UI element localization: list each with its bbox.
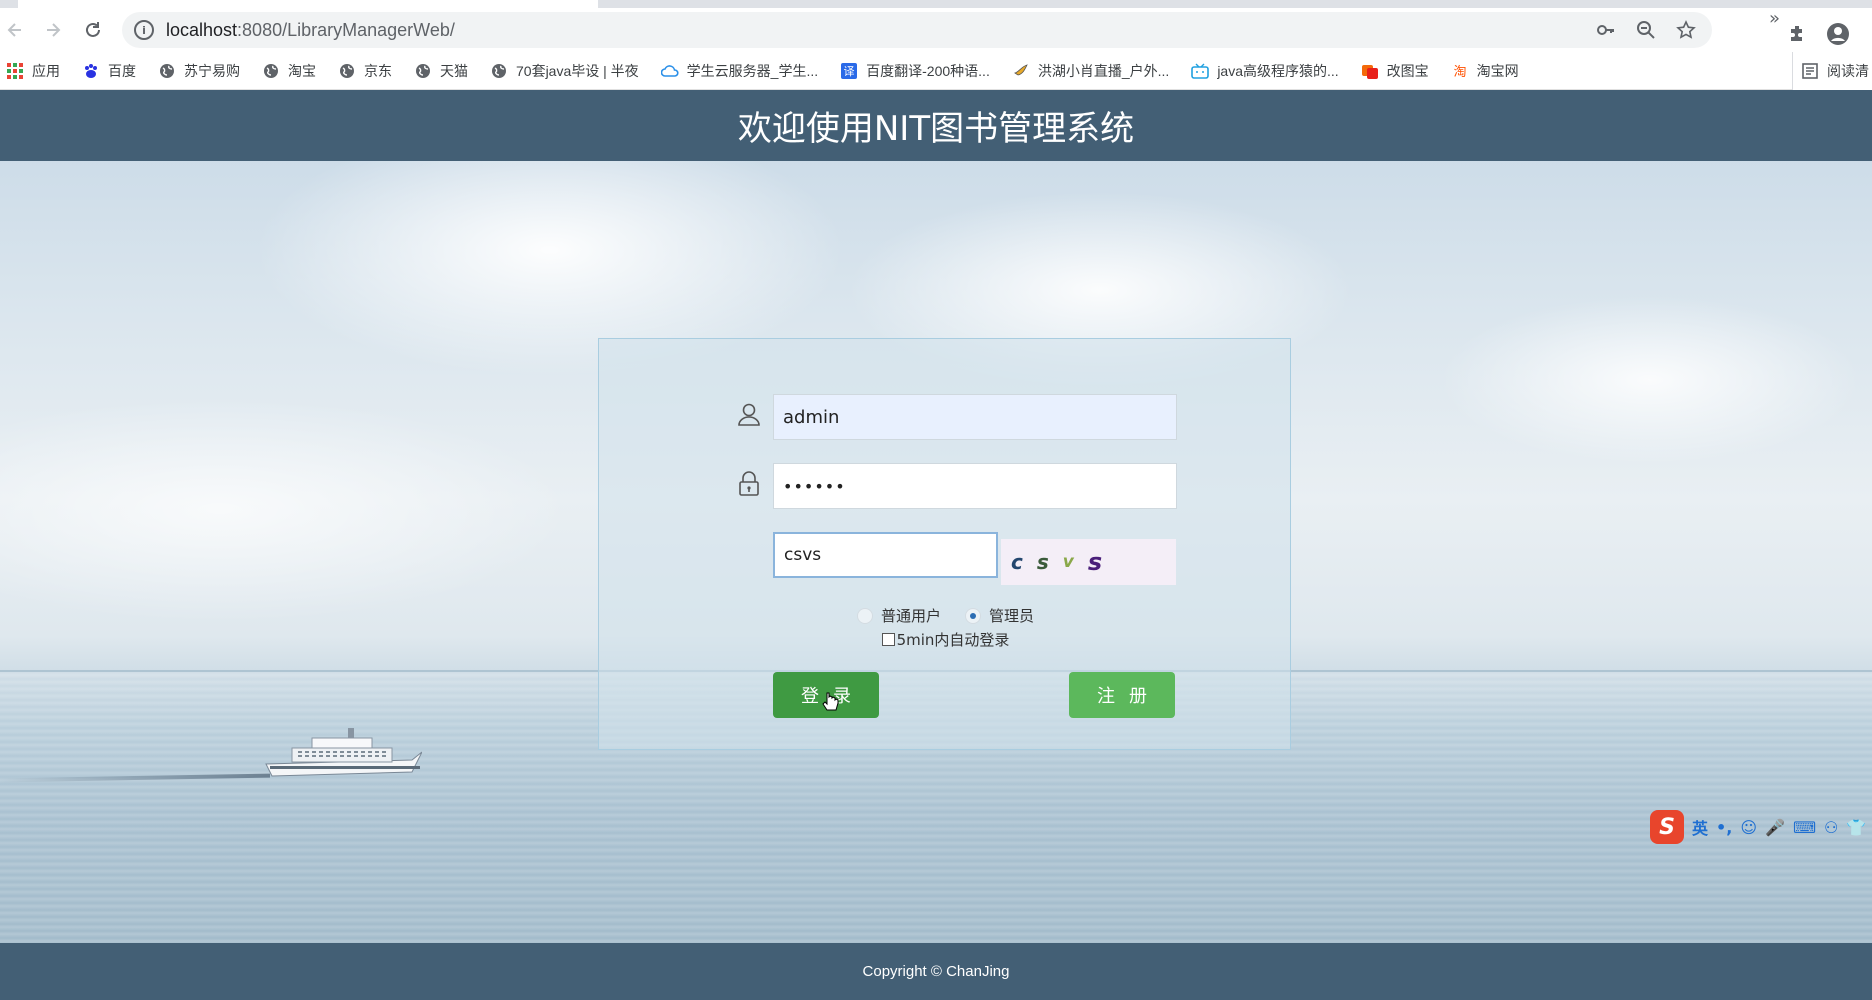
bookmark-label: java高级程序猿的... [1217, 62, 1339, 79]
user-icon [735, 400, 763, 428]
captcha-char: v [1062, 552, 1074, 572]
bookmark-label: 洪湖小肖直播_户外... [1037, 62, 1170, 79]
reading-list-icon [1802, 63, 1818, 79]
bookmark-item[interactable]: 洪湖小肖直播_户外... [1012, 61, 1169, 81]
mouse-cursor-icon [822, 692, 839, 711]
copyright-text: Copyright © ChanJing [862, 963, 1010, 980]
bookmark-item[interactable]: 天猫 [414, 61, 468, 81]
sogou-ime-logo-icon: S [1650, 810, 1684, 844]
bookmark-label: 淘宝网 [1476, 62, 1519, 79]
password-input[interactable]: •••••• [773, 463, 1177, 509]
globe-icon [490, 62, 508, 80]
ferry-boat-image [265, 728, 422, 777]
zoom-icon[interactable] [1634, 18, 1658, 42]
svg-text:译: 译 [844, 65, 855, 78]
radio-normal-user[interactable]: 普通用户 [856, 605, 941, 626]
auto-login-label: 5min内自动登录 [896, 631, 1010, 649]
bookmark-item[interactable]: 应用 [6, 61, 60, 81]
image-edit-icon [1361, 62, 1379, 80]
bookmark-label: 苏宁易购 [184, 62, 240, 79]
arrow-right-icon [47, 23, 61, 37]
emoji-icon[interactable]: ☺ [1740, 818, 1757, 837]
star-icon[interactable] [1674, 18, 1698, 42]
page-title: 欢迎使用NIT图书管理系统 [737, 109, 1135, 149]
baidu-paw-icon [82, 62, 100, 80]
bookmark-item[interactable]: 70套java毕设 | 半夜 [490, 61, 639, 81]
apps-grid-icon [6, 62, 24, 80]
bookmark-label: 淘宝 [288, 62, 316, 79]
bookmark-item[interactable]: java高级程序猿的... [1191, 61, 1339, 81]
bookmark-item[interactable]: 改图宝 [1361, 61, 1429, 81]
username-input[interactable]: admin [773, 394, 1177, 440]
bookmark-item[interactable]: 苏宁易购 [158, 61, 240, 81]
bookmark-label: 学生云服务器_学生... [686, 62, 819, 79]
skin-shirt-icon[interactable]: 👕 [1846, 818, 1866, 837]
auto-login-row: 5min内自动登录 [599, 629, 1292, 650]
keyboard-icon[interactable]: ⌨ [1793, 818, 1816, 837]
arrow-left-icon [7, 23, 21, 37]
svg-text:淘: 淘 [1453, 65, 1466, 79]
globe-icon [338, 62, 356, 80]
profile-avatar-icon[interactable] [1824, 20, 1852, 48]
bookmarks-more-button[interactable]: » [1769, 8, 1780, 29]
reload-button[interactable] [78, 16, 108, 44]
lock-icon [735, 470, 763, 498]
cloud-icon [660, 62, 679, 80]
browser-toolbar: i localhost:8080/LibraryManagerWeb/ [0, 8, 1872, 52]
web-page: 欢迎使用NIT图书管理系统 admin •••••• csvs c s v s … [0, 90, 1872, 1000]
login-panel: admin •••••• csvs c s v s 普通用户 管理员 5min内… [598, 338, 1291, 750]
captcha-char: c [1011, 550, 1023, 574]
bookmarks-bar: 应用 百度 苏宁易购 淘宝 京东 天猫 70套java毕设 | 半夜 学生云服务器_学生...… [0, 52, 1872, 90]
user-settings-icon[interactable]: ⚇ [1824, 818, 1838, 837]
bookmark-label: 京东 [364, 62, 392, 79]
role-radio-group: 普通用户 管理员 [599, 605, 1292, 626]
radio-admin[interactable]: 管理员 [965, 605, 1034, 626]
bookmark-item[interactable]: 京东 [338, 61, 392, 81]
bookmark-label: 天猫 [440, 62, 468, 79]
bookmark-item[interactable]: 淘宝 [262, 61, 316, 81]
page-header: 欢迎使用NIT图书管理系统 [0, 90, 1872, 161]
register-button[interactable]: 注册 [1069, 672, 1175, 718]
captcha-input[interactable]: csvs [773, 532, 998, 578]
reading-list-button[interactable]: 阅读清 [1792, 52, 1872, 90]
bookmark-label: 百度 [108, 62, 136, 79]
globe-icon [158, 62, 176, 80]
bookmark-label: 应用 [32, 62, 60, 79]
radio-button[interactable] [965, 607, 981, 624]
bilibili-tv-icon [1191, 62, 1210, 80]
captcha-image[interactable]: c s v s [1001, 539, 1176, 585]
translate-icon: 译 [840, 62, 858, 80]
bookmark-item[interactable]: 学生云服务器_学生... [660, 61, 819, 81]
extensions-icon[interactable] [1784, 20, 1812, 48]
page-footer: Copyright © ChanJing [0, 943, 1872, 1000]
back-button[interactable] [0, 16, 30, 44]
ime-mode-toggle[interactable]: 英 [1692, 815, 1708, 839]
ime-punct-toggle[interactable]: •, [1716, 818, 1732, 837]
key-icon[interactable] [1594, 18, 1618, 42]
captcha-char: s [1036, 550, 1049, 574]
auto-login-checkbox[interactable] [881, 633, 895, 646]
bookmark-item[interactable]: 译百度翻译-200种语... [840, 61, 990, 81]
radio-button[interactable] [856, 607, 873, 624]
reload-icon [86, 22, 100, 37]
info-icon[interactable]: i [134, 20, 154, 40]
taobao-icon: 淘 [1451, 62, 1469, 80]
bookmark-item[interactable]: 百度 [82, 61, 136, 81]
ime-toolbar[interactable]: S 英 •, ☺ 🎤 ⌨ ⚇ 👕 [1650, 810, 1866, 844]
microphone-icon[interactable]: 🎤 [1765, 818, 1785, 837]
bookmark-item[interactable]: 淘淘宝网 [1451, 61, 1519, 81]
address-bar[interactable]: i localhost:8080/LibraryManagerWeb/ [122, 12, 1712, 48]
bookmark-label: 百度翻译-200种语... [866, 62, 990, 79]
bird-icon [1012, 62, 1030, 80]
bookmark-label: 70套java毕设 | 半夜 [516, 62, 639, 79]
browser-tab-strip [0, 0, 1872, 8]
globe-icon [414, 62, 432, 80]
url-text: localhost:8080/LibraryManagerWeb/ [166, 19, 455, 40]
globe-icon [262, 62, 280, 80]
captcha-char: s [1087, 548, 1103, 576]
bookmark-label: 改图宝 [1386, 62, 1429, 79]
forward-button[interactable] [38, 16, 68, 44]
